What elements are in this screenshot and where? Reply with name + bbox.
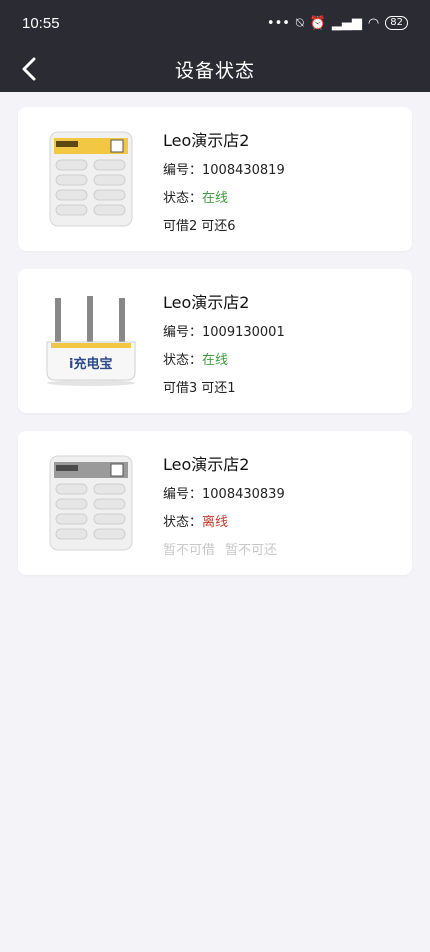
back-button[interactable] — [12, 52, 46, 86]
battery-icon: 82 — [385, 16, 408, 30]
wifi-icon: ◠ — [367, 15, 380, 31]
status-bar: 10:55 ••• ⍉ ⏰ ▂▄▆ ◠ 82 — [0, 0, 430, 46]
cabinet-yellow-icon — [49, 131, 132, 227]
return-count: 暂不可还 — [225, 542, 278, 558]
top-bar: 10:55 ••• ⍉ ⏰ ▂▄▆ ◠ 82 设备状态 — [0, 0, 430, 92]
status-icons: ••• ⍉ ⏰ ▂▄▆ ◠ 82 — [267, 16, 408, 31]
return-count: 可还6 — [201, 218, 236, 234]
nav-bar: 设备状态 — [0, 46, 430, 92]
device-card[interactable]: Leo演示店2 编号：1008430819 状态：在线 可借2 可还6 — [18, 107, 412, 251]
availability: 暂不可借 暂不可还 — [163, 539, 285, 558]
availability: 可借3 可还1 — [163, 377, 285, 396]
device-status-line: 状态：在线 — [163, 352, 229, 368]
device-image: i充电宝 — [18, 269, 163, 413]
borrow-count: 暂不可借 — [163, 542, 216, 558]
borrow-count: 可借2 — [163, 218, 198, 234]
device-card[interactable]: Leo演示店2 编号：1008430839 状态：离线 暂不可借 暂不可还 — [18, 431, 412, 575]
router-charger-icon: i充电宝 — [46, 296, 135, 386]
device-id: 1008430819 — [202, 162, 285, 178]
signal-icon: ▂▄▆ — [331, 15, 362, 31]
device-id: 1008430839 — [202, 486, 285, 502]
alarm-icon: ⏰ — [309, 15, 326, 31]
status-badge: 离线 — [202, 514, 229, 530]
cabinet-gray-icon — [49, 455, 132, 551]
device-list: Leo演示店2 编号：1008430819 状态：在线 可借2 可还6 i充电宝 … — [0, 92, 430, 575]
device-id-line: 编号：1008430819 — [163, 162, 285, 178]
device-id-line: 编号：1009130001 — [163, 324, 285, 340]
more-dots-icon: ••• — [266, 15, 290, 31]
return-count: 可还1 — [201, 380, 236, 396]
device-status-line: 状态：离线 — [163, 514, 229, 530]
device-status-line: 状态：在线 — [163, 190, 229, 206]
status-badge: 在线 — [202, 190, 229, 206]
device-id: 1009130001 — [202, 324, 285, 340]
device-name: Leo演示店2 — [163, 130, 250, 150]
device-name: Leo演示店2 — [163, 292, 250, 312]
borrow-count: 可借3 — [163, 380, 198, 396]
device-id-line: 编号：1008430839 — [163, 486, 285, 502]
availability: 可借2 可还6 — [163, 215, 285, 234]
page-title: 设备状态 — [174, 59, 255, 82]
status-time: 10:55 — [22, 14, 60, 32]
device-card[interactable]: i充电宝 Leo演示店2 编号：1009130001 状态：在线 可借3 可还1 — [18, 269, 412, 413]
chevron-left-icon — [22, 57, 36, 81]
mute-icon: ⍉ — [295, 15, 304, 31]
device-name: Leo演示店2 — [163, 454, 250, 474]
status-badge: 在线 — [202, 352, 229, 368]
device-image — [18, 431, 163, 575]
brand-text: i充电宝 — [69, 356, 112, 372]
device-image — [18, 107, 163, 251]
